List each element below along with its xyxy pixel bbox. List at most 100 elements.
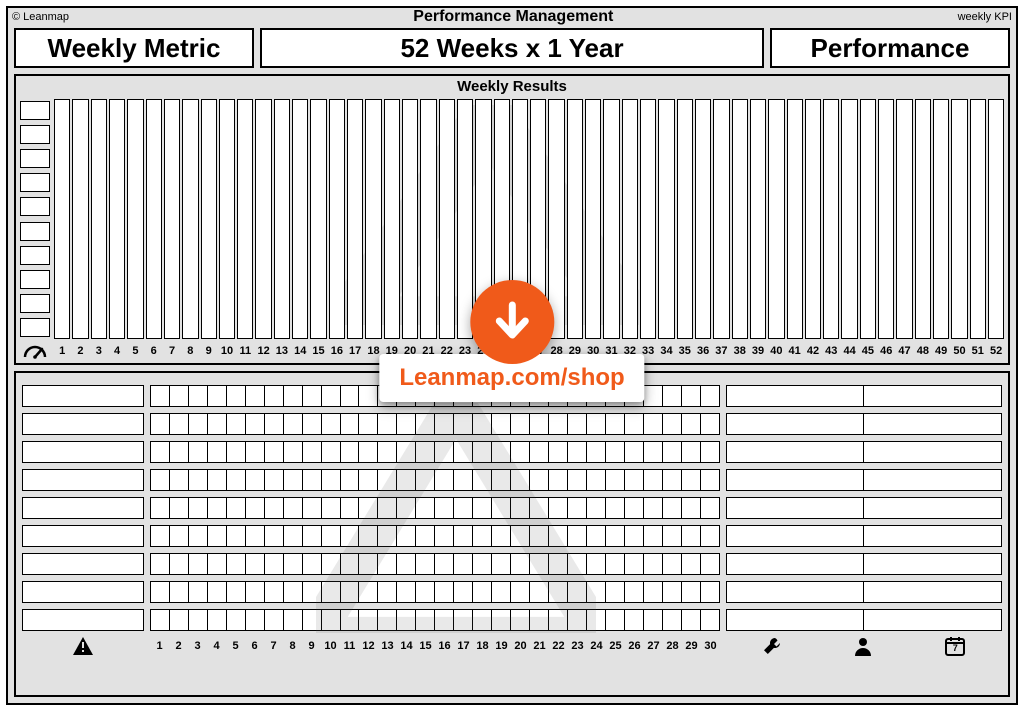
- day-cell: [434, 497, 454, 519]
- download-arrow-icon: [470, 280, 554, 364]
- week-number: 13: [274, 345, 290, 357]
- day-cell: [226, 469, 246, 491]
- problem-day-cells: [150, 553, 720, 575]
- day-cell: [207, 385, 227, 407]
- day-cell: [283, 609, 303, 631]
- day-cell: [264, 469, 284, 491]
- day-cell: [188, 413, 208, 435]
- day-cell: [226, 553, 246, 575]
- day-cell: [169, 441, 189, 463]
- day-number: 12: [359, 640, 378, 652]
- day-cell: [548, 413, 568, 435]
- day-cell: [302, 497, 322, 519]
- problem-right-cell: [726, 609, 865, 631]
- y-axis-cell: [20, 294, 50, 313]
- day-cell: [586, 581, 606, 603]
- day-cell: [245, 413, 265, 435]
- week-bar: [768, 99, 784, 339]
- week-number: 4: [109, 345, 125, 357]
- day-cell: [188, 497, 208, 519]
- day-cell: [150, 581, 170, 603]
- day-cell: [415, 469, 435, 491]
- day-cell: [415, 581, 435, 603]
- day-cell: [567, 441, 587, 463]
- day-cell: [340, 581, 360, 603]
- week-number: 39: [750, 345, 766, 357]
- day-cell: [302, 553, 322, 575]
- day-cell: [188, 581, 208, 603]
- problem-right-cells: [726, 497, 1002, 519]
- day-cell: [605, 525, 625, 547]
- day-cell: [188, 385, 208, 407]
- day-cell: [283, 441, 303, 463]
- day-cell: [491, 609, 511, 631]
- week-bar: [127, 99, 143, 339]
- day-cell: [529, 413, 549, 435]
- week-number: 38: [732, 345, 748, 357]
- day-cell: [396, 441, 416, 463]
- day-cell: [207, 609, 227, 631]
- meta-row: © Leanmap Performance Management weekly …: [8, 8, 1016, 24]
- week-number: 51: [970, 345, 986, 357]
- day-cell: [529, 525, 549, 547]
- day-cell: [245, 441, 265, 463]
- shop-overlay[interactable]: Leanmap.com/shop: [379, 280, 644, 402]
- day-cell: [567, 609, 587, 631]
- y-axis-cell: [20, 149, 50, 168]
- day-cell: [377, 553, 397, 575]
- problem-day-cells: [150, 441, 720, 463]
- day-cell: [321, 609, 341, 631]
- problem-description-cell: [22, 413, 144, 435]
- day-cell: [302, 469, 322, 491]
- day-cell: [453, 609, 473, 631]
- day-cell: [396, 525, 416, 547]
- day-number: 13: [378, 640, 397, 652]
- day-number: 28: [663, 640, 682, 652]
- day-cell: [662, 581, 682, 603]
- day-cell: [643, 553, 663, 575]
- day-cell: [700, 469, 720, 491]
- day-cell: [567, 581, 587, 603]
- day-cell: [340, 469, 360, 491]
- day-cell: [662, 469, 682, 491]
- week-number: 34: [658, 345, 674, 357]
- day-cell: [681, 553, 701, 575]
- week-bar: [658, 99, 674, 339]
- day-cell: [226, 497, 246, 519]
- problem-day-cells: [150, 469, 720, 491]
- week-bar: [933, 99, 949, 339]
- day-number: 17: [454, 640, 473, 652]
- problem-description-cell: [22, 469, 144, 491]
- day-cell: [321, 497, 341, 519]
- week-number: 1: [54, 345, 70, 357]
- day-cell: [681, 525, 701, 547]
- day-cell: [358, 469, 378, 491]
- day-cell: [169, 497, 189, 519]
- day-cell: [567, 413, 587, 435]
- day-cell: [188, 469, 208, 491]
- week-bar: [988, 99, 1004, 339]
- day-cell: [358, 525, 378, 547]
- day-cell: [453, 581, 473, 603]
- day-cell: [150, 497, 170, 519]
- day-cell: [358, 553, 378, 575]
- day-cell: [358, 413, 378, 435]
- day-cell: [548, 441, 568, 463]
- day-cell: [207, 413, 227, 435]
- day-cell: [150, 385, 170, 407]
- problem-right-cell: [726, 441, 865, 463]
- header-banners: Weekly Metric 52 Weeks x 1 Year Performa…: [8, 24, 1016, 74]
- week-bar: [713, 99, 729, 339]
- day-cell: [472, 413, 492, 435]
- day-cell: [302, 581, 322, 603]
- day-number: 7: [264, 640, 283, 652]
- day-cell: [321, 553, 341, 575]
- week-number: 44: [841, 345, 857, 357]
- day-cell: [548, 497, 568, 519]
- day-cell: [283, 413, 303, 435]
- day-cell: [321, 581, 341, 603]
- day-cell: [150, 525, 170, 547]
- day-cell: [567, 525, 587, 547]
- day-cell: [226, 609, 246, 631]
- day-cell: [188, 609, 208, 631]
